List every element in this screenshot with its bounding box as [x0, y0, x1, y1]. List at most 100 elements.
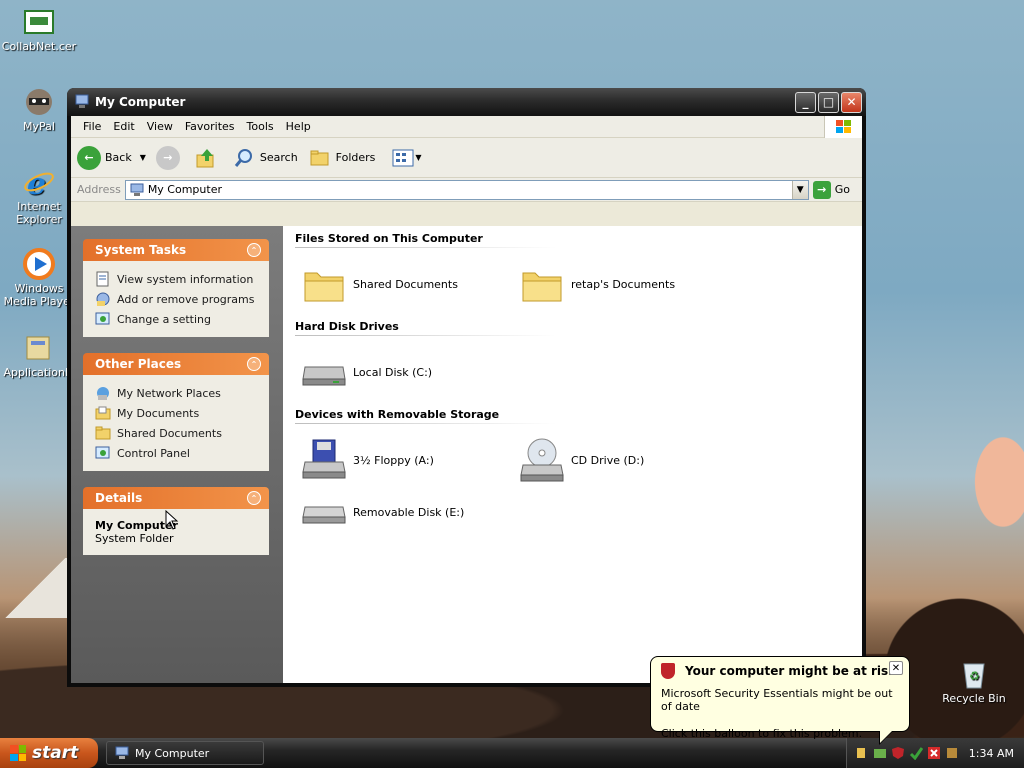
menu-tools[interactable]: Tools [241, 120, 280, 133]
address-dropdown-icon[interactable]: ▼ [791, 180, 808, 199]
place-control-panel[interactable]: Control Panel [95, 443, 259, 463]
address-bar: Address My Computer ▼ → Go [71, 178, 862, 202]
item-label: Removable Disk (E:) [353, 505, 465, 519]
item-cd-drive-d[interactable]: CD Drive (D:) [519, 434, 737, 486]
minimize-icon: _ [802, 95, 809, 109]
section-files-stored: Files Stored on This Computer Shared Doc… [295, 232, 862, 310]
ie-icon: e [23, 166, 55, 198]
menu-file[interactable]: File [77, 120, 107, 133]
address-value: My Computer [147, 183, 222, 196]
window-title: My Computer [95, 95, 186, 109]
tray-keys-icon[interactable] [855, 746, 869, 760]
item-label: 3½ Floppy (A:) [353, 453, 434, 467]
address-label: Address [77, 183, 121, 196]
collapse-chevron-icon[interactable]: ⌃ [247, 357, 261, 371]
balloon-tail-fill [880, 731, 892, 743]
back-label: Back [105, 151, 132, 164]
system-tasks-header[interactable]: System Tasks ⌃ [83, 239, 269, 261]
floppy-drive-icon [301, 437, 347, 483]
removable-disk-icon [301, 489, 347, 535]
close-icon: ✕ [846, 95, 857, 109]
computer-icon [130, 183, 144, 196]
task-pane: System Tasks ⌃ View system information A… [71, 226, 283, 683]
security-shield-icon [661, 663, 675, 679]
task-label: View system information [117, 272, 254, 286]
forward-arrow-icon: → [155, 145, 180, 170]
place-my-documents[interactable]: My Documents [95, 403, 259, 423]
tray-app-icon[interactable] [945, 746, 959, 760]
task-add-remove-programs[interactable]: Add or remove programs [95, 289, 259, 309]
taskbar-button-my-computer[interactable]: My Computer [106, 741, 264, 765]
back-arrow-icon: ← [77, 145, 101, 170]
details-type: System Folder [95, 532, 174, 545]
task-label: Add or remove programs [117, 292, 255, 306]
section-hard-disk-drives: Hard Disk Drives Local Disk (C:) [295, 320, 862, 398]
up-button[interactable] [194, 146, 222, 170]
place-shared-documents[interactable]: Shared Documents [95, 423, 259, 443]
computer-icon [75, 94, 89, 108]
tray-network-icon[interactable] [873, 746, 887, 760]
svg-text:♻: ♻ [969, 669, 980, 683]
security-balloon[interactable]: Your computer might be at risk ✕ Microso… [650, 656, 910, 745]
file-list-pane: Files Stored on This Computer Shared Doc… [165, 226, 862, 683]
forward-button[interactable]: → [155, 145, 184, 170]
go-button[interactable]: → Go [809, 180, 862, 199]
tray-checkmark-icon[interactable] [909, 746, 923, 760]
clock[interactable]: 1:34 AM [969, 747, 1014, 760]
section-removable-storage: Devices with Removable Storage 3½ Floppy… [295, 408, 862, 538]
certificate-icon [23, 6, 55, 38]
title-bar[interactable]: My Computer _ □ ✕ [67, 88, 866, 116]
mouse-cursor-icon [165, 510, 179, 530]
views-button[interactable]: ▼ [391, 146, 422, 170]
menu-favorites[interactable]: Favorites [179, 120, 241, 133]
item-retaps-documents[interactable]: retap's Documents [519, 258, 737, 310]
toolbar: ← Back ▼ → Search Folders ▼ [71, 138, 862, 178]
go-label: Go [834, 183, 850, 196]
desktop-icon-label: Recycle Bin [942, 692, 1006, 705]
item-shared-documents[interactable]: Shared Documents [301, 258, 519, 310]
item-label: CD Drive (D:) [571, 453, 645, 467]
collapse-chevron-icon[interactable]: ⌃ [247, 491, 261, 505]
back-dropdown-icon[interactable]: ▼ [140, 153, 146, 162]
place-my-network-places[interactable]: My Network Places [95, 383, 259, 403]
raccoon-icon [23, 86, 55, 118]
item-floppy-a[interactable]: 3½ Floppy (A:) [301, 434, 519, 486]
maximize-button[interactable]: □ [818, 91, 839, 113]
close-button[interactable]: ✕ [841, 91, 862, 113]
item-local-disk-c[interactable]: Local Disk (C:) [301, 346, 519, 398]
system-info-icon [96, 271, 109, 287]
search-button[interactable]: Search [232, 146, 298, 170]
folder-icon [519, 261, 565, 307]
recycle-bin-icon: ♻ [958, 658, 990, 690]
menu-edit[interactable]: Edit [107, 120, 140, 133]
task-view-system-information[interactable]: View system information [95, 269, 259, 289]
tray-error-icon[interactable] [927, 746, 941, 760]
menu-help[interactable]: Help [280, 120, 317, 133]
system-tray: 1:34 AM [845, 738, 1024, 768]
content-area: System Tasks ⌃ View system information A… [71, 226, 862, 683]
section-title: Hard Disk Drives [295, 320, 555, 336]
window-body: File Edit View Favorites Tools Help ← Ba… [71, 116, 862, 683]
folders-button[interactable]: Folders [308, 146, 375, 170]
minimize-button[interactable]: _ [795, 91, 816, 113]
desktop-icon-label: CollabNet.cer [1, 40, 77, 53]
search-label: Search [259, 151, 298, 164]
start-label: start [32, 743, 79, 763]
details-header[interactable]: Details ⌃ [83, 487, 269, 509]
computer-icon [115, 746, 129, 759]
start-button[interactable]: start [0, 738, 98, 768]
task-change-setting[interactable]: Change a setting [95, 309, 259, 329]
views-dropdown-icon: ▼ [415, 153, 422, 162]
place-label: Shared Documents [117, 426, 222, 440]
collapse-chevron-icon[interactable]: ⌃ [247, 243, 261, 257]
other-places-header[interactable]: Other Places ⌃ [83, 353, 269, 375]
item-removable-disk-e[interactable]: Removable Disk (E:) [301, 486, 519, 538]
balloon-close-button[interactable]: ✕ [889, 661, 903, 675]
menu-view[interactable]: View [141, 120, 179, 133]
desktop-icon-collabnet[interactable]: CollabNet.cer [0, 6, 78, 53]
back-button[interactable]: ← Back ▼ [77, 145, 146, 170]
address-input[interactable]: My Computer ▼ [124, 179, 809, 200]
control-panel-icon [95, 312, 110, 325]
desktop-icon-recycle-bin[interactable]: ♻ Recycle Bin [935, 658, 1013, 705]
tray-security-icon[interactable] [891, 746, 905, 760]
